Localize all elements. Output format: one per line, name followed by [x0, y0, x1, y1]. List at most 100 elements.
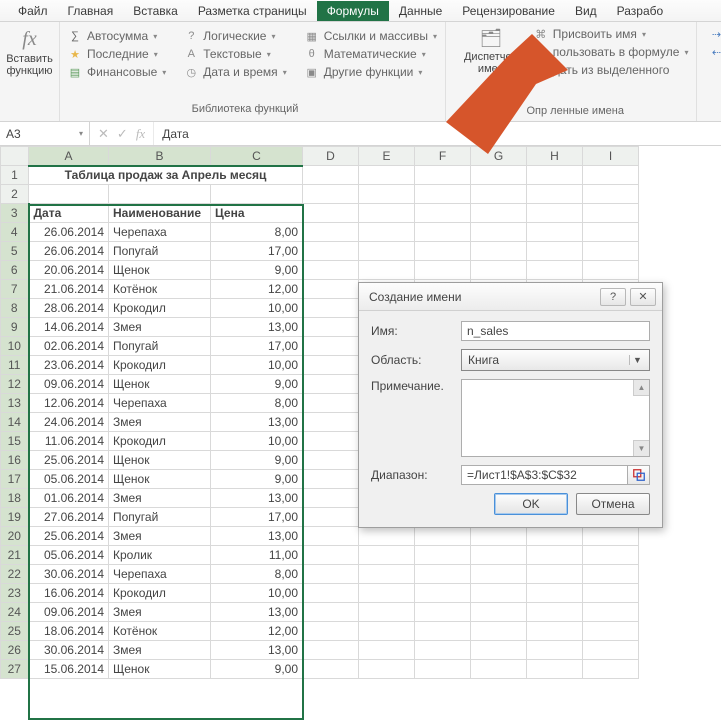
row-header[interactable]: 25	[1, 622, 29, 641]
cell[interactable]: Змея	[109, 603, 211, 622]
cell[interactable]	[303, 185, 359, 204]
cell[interactable]: 13,00	[211, 603, 303, 622]
cell[interactable]: 17,00	[211, 242, 303, 261]
row-header[interactable]: 17	[1, 470, 29, 489]
row-header[interactable]: 15	[1, 432, 29, 451]
confirm-entry-icon[interactable]: ✓	[117, 126, 128, 142]
cell[interactable]	[303, 299, 359, 318]
cell[interactable]	[303, 565, 359, 584]
cell[interactable]: 26.06.2014	[29, 242, 109, 261]
cell[interactable]	[303, 470, 359, 489]
datetime-fns-button[interactable]: ◷Дата и время▾	[182, 64, 288, 80]
cell[interactable]: 11.06.2014	[29, 432, 109, 451]
cell[interactable]: 9,00	[211, 451, 303, 470]
cell[interactable]	[303, 622, 359, 641]
cell[interactable]	[29, 185, 109, 204]
cell[interactable]	[583, 641, 639, 660]
row-header[interactable]: 24	[1, 603, 29, 622]
cell[interactable]: 11,00	[211, 546, 303, 565]
cell[interactable]: Щенок	[109, 451, 211, 470]
use-in-formula-button[interactable]: fxпользовать в формуле▾	[532, 44, 691, 60]
cell[interactable]: 8,00	[211, 223, 303, 242]
comment-textarea[interactable]: ▲ ▼	[461, 379, 650, 457]
lookup-fns-button[interactable]: ▦Ссылки и массивы▾	[303, 28, 439, 44]
cell[interactable]	[415, 261, 471, 280]
column-header[interactable]: I	[583, 147, 639, 166]
cell[interactable]	[359, 261, 415, 280]
cell[interactable]	[359, 223, 415, 242]
cell[interactable]	[415, 204, 471, 223]
cell[interactable]: 26.06.2014	[29, 223, 109, 242]
cell[interactable]: 30.06.2014	[29, 565, 109, 584]
fx-icon[interactable]: fx	[136, 126, 145, 142]
cell[interactable]	[303, 489, 359, 508]
cell[interactable]	[583, 204, 639, 223]
row-header[interactable]: 20	[1, 527, 29, 546]
ok-button[interactable]: OK	[494, 493, 568, 515]
cell[interactable]: 24.06.2014	[29, 413, 109, 432]
cell[interactable]	[527, 185, 583, 204]
cell[interactable]	[471, 242, 527, 261]
row-header[interactable]: 1	[1, 166, 29, 185]
cell[interactable]: Попугай	[109, 337, 211, 356]
column-header[interactable]: B	[109, 147, 211, 166]
cell[interactable]	[583, 622, 639, 641]
text-fns-button[interactable]: AТекстовые▾	[182, 46, 288, 62]
trace-dependents-button[interactable]: ⇠Зав	[707, 44, 721, 60]
cell[interactable]: 9,00	[211, 375, 303, 394]
cell[interactable]: 05.06.2014	[29, 470, 109, 489]
cell[interactable]	[211, 185, 303, 204]
cell[interactable]: 10,00	[211, 356, 303, 375]
cell[interactable]: Попугай	[109, 242, 211, 261]
column-header[interactable]: G	[471, 147, 527, 166]
cell[interactable]	[583, 584, 639, 603]
help-button[interactable]: ?	[600, 288, 626, 306]
cell[interactable]	[359, 546, 415, 565]
cell[interactable]: 13,00	[211, 318, 303, 337]
cell[interactable]: 17,00	[211, 508, 303, 527]
cell[interactable]: 27.06.2014	[29, 508, 109, 527]
recent-fns-button[interactable]: ★Последние▾	[66, 46, 168, 62]
formula-bar-input[interactable]: Дата	[154, 122, 721, 145]
row-header[interactable]: 8	[1, 299, 29, 318]
cell[interactable]: 12,00	[211, 622, 303, 641]
close-button[interactable]: ✕	[630, 288, 656, 306]
cell[interactable]	[303, 451, 359, 470]
cell[interactable]	[471, 223, 527, 242]
column-header[interactable]: H	[527, 147, 583, 166]
cell[interactable]: 21.06.2014	[29, 280, 109, 299]
row-header[interactable]: 7	[1, 280, 29, 299]
cell[interactable]	[471, 261, 527, 280]
cell[interactable]: 20.06.2014	[29, 261, 109, 280]
cell[interactable]: 10,00	[211, 432, 303, 451]
range-picker-button[interactable]	[628, 465, 650, 485]
row-header[interactable]: 22	[1, 565, 29, 584]
scroll-down-icon[interactable]: ▼	[633, 440, 649, 456]
cell[interactable]	[415, 166, 471, 185]
cell[interactable]	[527, 603, 583, 622]
math-fns-button[interactable]: θМатематические▾	[303, 46, 439, 62]
cell[interactable]: 02.06.2014	[29, 337, 109, 356]
cell[interactable]: 8,00	[211, 394, 303, 413]
cell[interactable]: 25.06.2014	[29, 451, 109, 470]
menu-tab-данные[interactable]: Данные	[389, 1, 452, 21]
cell[interactable]: Котёнок	[109, 280, 211, 299]
insert-function-button[interactable]: fx Вставить функцию	[6, 26, 53, 79]
row-header[interactable]: 4	[1, 223, 29, 242]
cell[interactable]	[583, 166, 639, 185]
row-header[interactable]: 19	[1, 508, 29, 527]
row-header[interactable]: 3	[1, 204, 29, 223]
cell[interactable]	[527, 565, 583, 584]
row-header[interactable]: 26	[1, 641, 29, 660]
column-header[interactable]: A	[29, 147, 109, 166]
dialog-titlebar[interactable]: Создание имени ? ✕	[359, 283, 662, 311]
cell[interactable]	[415, 223, 471, 242]
cell[interactable]	[527, 546, 583, 565]
column-header[interactable]: C	[211, 147, 303, 166]
row-header[interactable]: 2	[1, 185, 29, 204]
cell[interactable]	[471, 204, 527, 223]
cell[interactable]: Дата	[29, 204, 109, 223]
cell[interactable]	[527, 660, 583, 679]
cell[interactable]	[583, 223, 639, 242]
cell[interactable]: Крокодил	[109, 432, 211, 451]
